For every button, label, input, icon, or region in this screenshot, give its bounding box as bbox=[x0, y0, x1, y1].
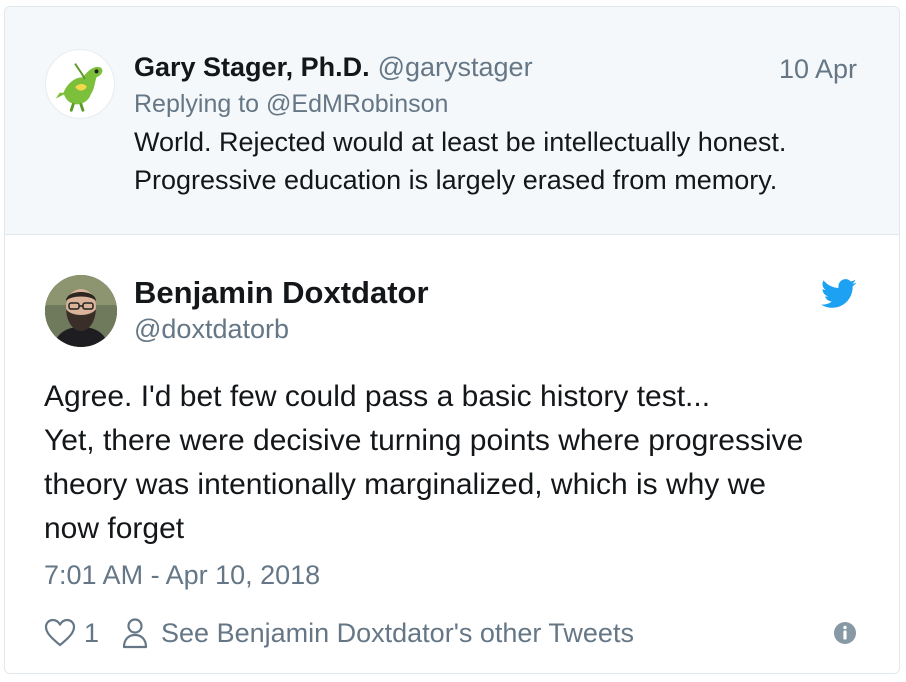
author-handle[interactable]: @doxtdatorb bbox=[134, 313, 289, 345]
replying-to-label[interactable]: Replying to @EdMRobinson bbox=[134, 89, 448, 119]
parent-author-handle[interactable]: @garystager bbox=[378, 52, 533, 82]
parent-tweet-text: World. Rejected would at least be intell… bbox=[134, 123, 786, 199]
tweet-text-line: theory was intentionally marginalized, w… bbox=[44, 468, 766, 501]
parent-author-name[interactable]: Gary Stager, Ph.D. bbox=[134, 52, 370, 82]
tweet-timestamp[interactable]: 7:01 AM - Apr 10, 2018 bbox=[44, 559, 320, 591]
parent-author-avatar[interactable] bbox=[45, 49, 115, 119]
author-photo bbox=[45, 275, 117, 347]
author-name[interactable]: Benjamin Doxtdator bbox=[134, 275, 429, 311]
heart-icon[interactable] bbox=[44, 618, 76, 648]
parent-tweet-text-line: Progressive education is largely erased … bbox=[134, 165, 778, 195]
tweet-text-line: Yet, there were decisive turning points … bbox=[44, 424, 804, 457]
parent-tweet-text-line: World. Rejected would at least be intell… bbox=[134, 127, 787, 157]
embedded-tweet-card: Gary Stager, Ph.D. @garystager 10 Apr Rep… bbox=[4, 6, 900, 674]
twitter-bird-icon[interactable] bbox=[821, 279, 857, 309]
tweet-text: Agree. I'd bet few could pass a basic hi… bbox=[44, 375, 803, 551]
tweet-text-line: now forget bbox=[44, 512, 185, 545]
other-tweets-link[interactable]: See Benjamin Doxtdator's other Tweets bbox=[161, 618, 634, 649]
like-count[interactable]: 1 bbox=[84, 618, 99, 649]
parent-tweet-date[interactable]: 10 Apr bbox=[779, 53, 857, 85]
person-icon[interactable] bbox=[121, 617, 149, 649]
tweet-text-line: Agree. I'd bet few could pass a basic hi… bbox=[44, 380, 711, 413]
info-icon[interactable] bbox=[833, 621, 857, 645]
author-avatar[interactable] bbox=[45, 275, 117, 347]
dinosaur-avatar-icon bbox=[55, 63, 103, 112]
parent-author-line[interactable]: Gary Stager, Ph.D. @garystager bbox=[134, 51, 533, 83]
parent-tweet[interactable]: Gary Stager, Ph.D. @garystager 10 Apr Rep… bbox=[5, 7, 899, 235]
tweet-actions: 1 See Benjamin Doxtdator's other Tweets bbox=[44, 615, 634, 651]
